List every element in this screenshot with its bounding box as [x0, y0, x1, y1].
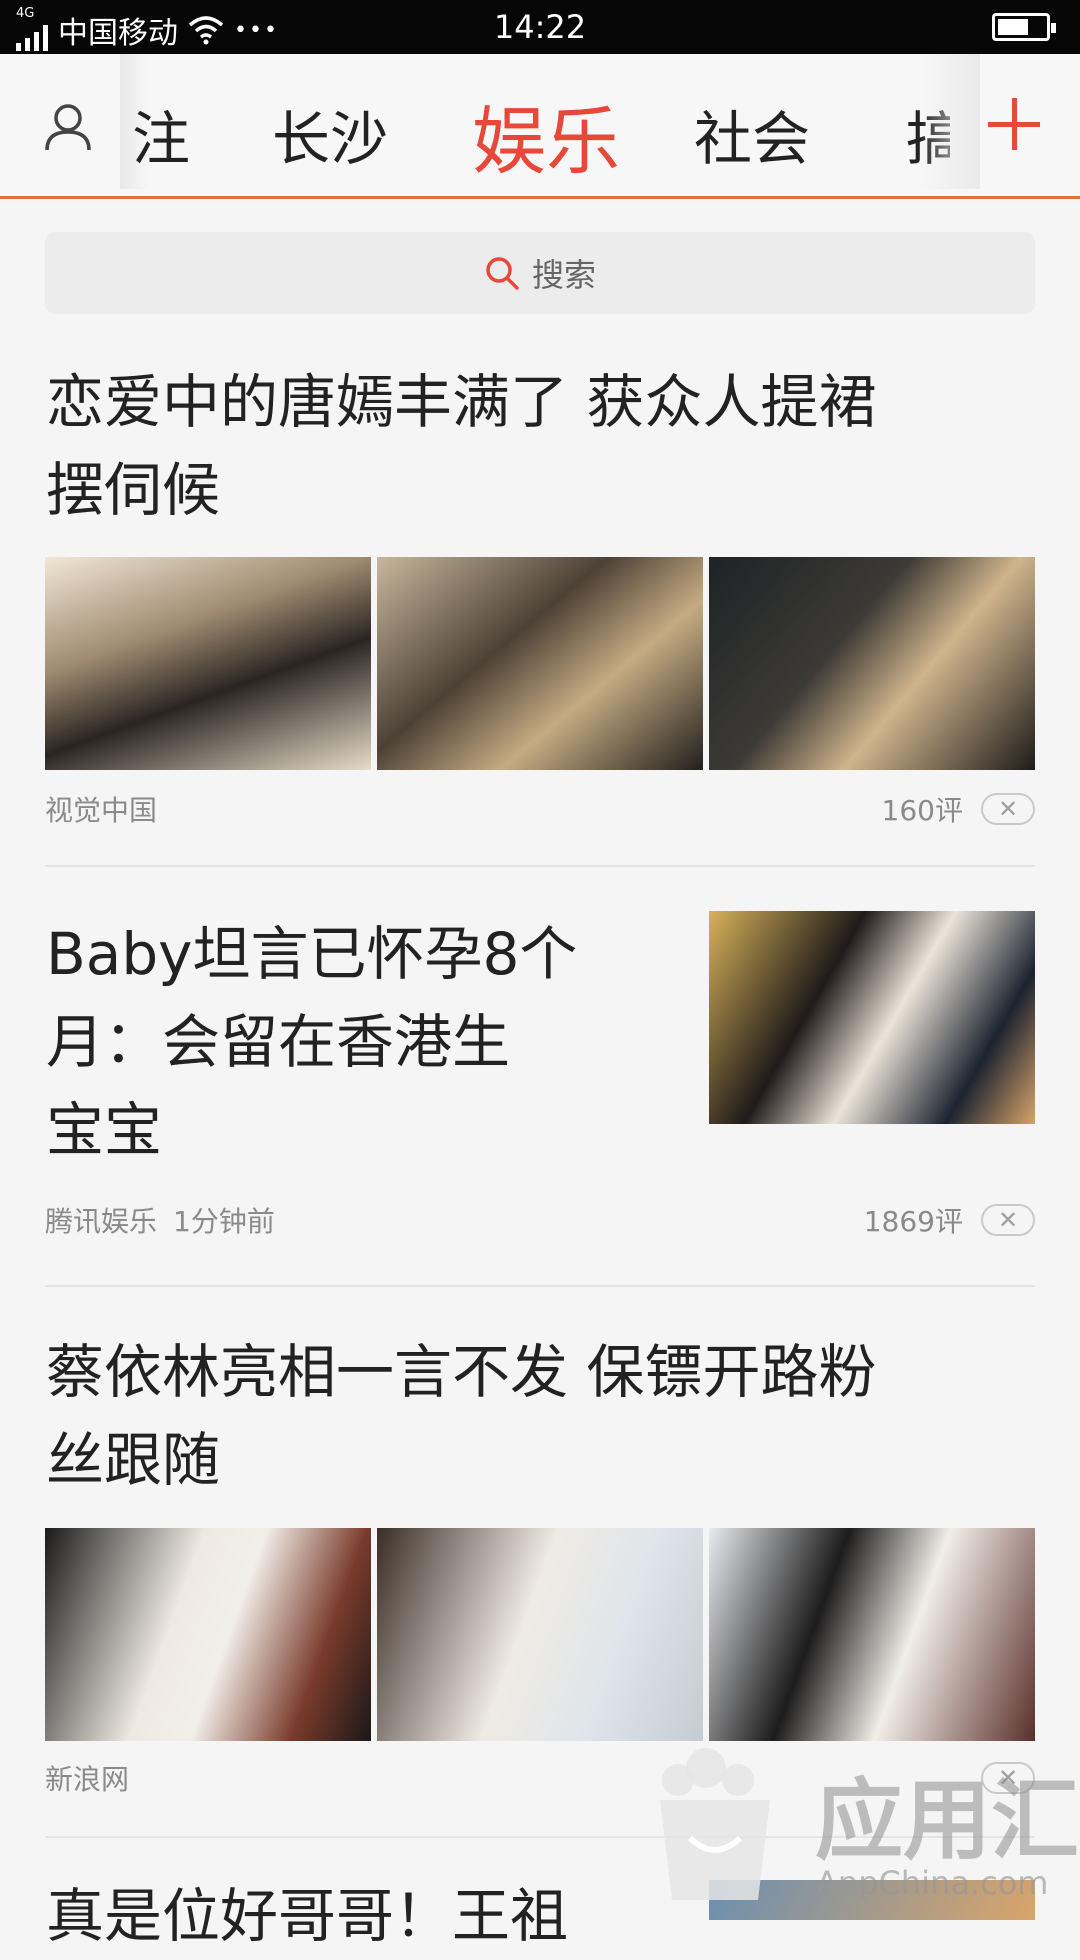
comment-count: 1869评 — [863, 1205, 963, 1238]
dismiss-button[interactable]: ✕ — [981, 793, 1035, 825]
news-photo — [709, 1528, 1035, 1741]
news-source: 腾讯娱乐 — [45, 1205, 158, 1238]
dismiss-button[interactable]: ✕ — [981, 1204, 1035, 1236]
news-photo — [377, 1528, 703, 1741]
tab-follow[interactable]: 注 — [132, 92, 190, 176]
search-placeholder: 搜索 — [531, 256, 596, 294]
tab-fade-right — [920, 54, 980, 189]
news-title: Baby坦言已怀孕8个 月：会留在香港生 宝宝 — [46, 920, 578, 1164]
divider — [45, 1285, 1035, 1287]
news-photo — [45, 1528, 371, 1741]
user-icon[interactable] — [44, 102, 92, 152]
status-bar: 4G 中国移动 ••• 14:22 — [0, 0, 1080, 54]
search-bar[interactable]: 搜索 — [45, 232, 1035, 314]
news-source: 视觉中国 — [45, 794, 158, 827]
search-icon — [486, 257, 519, 290]
mascot-logo — [660, 1748, 770, 1900]
news-photo — [709, 911, 1035, 1124]
watermark: 应用汇 AppChina.com — [640, 1740, 1080, 1920]
news-photo — [377, 557, 703, 770]
clock: 14:22 — [493, 8, 587, 46]
news-thumbnails — [45, 1528, 1035, 1741]
watermark-en: AppChina.com — [816, 1864, 1049, 1902]
news-meta: 腾讯娱乐 1分钟前 1869评 ✕ — [45, 1200, 1035, 1240]
news-title: 蔡依林亮相一言不发 保镖开路粉 丝跟随 — [46, 1338, 877, 1494]
news-photo — [709, 557, 1035, 770]
close-icon: ✕ — [997, 795, 1019, 823]
tab-society[interactable]: 社会 — [694, 92, 810, 176]
news-thumbnails — [45, 557, 1035, 770]
category-tab-bar: 注 长沙 娱乐 社会 搞 — [0, 54, 1080, 199]
close-icon: ✕ — [997, 1206, 1019, 1234]
news-photo — [45, 557, 371, 770]
news-meta: 视觉中国 160评 ✕ — [45, 789, 1035, 829]
news-title: 真是位好哥哥！王祖 — [46, 1882, 569, 1950]
tab-changsha[interactable]: 长沙 — [272, 92, 388, 176]
add-category-icon[interactable] — [988, 98, 1040, 150]
divider — [45, 865, 1035, 867]
news-time: 1分钟前 — [173, 1205, 275, 1238]
battery-icon — [992, 13, 1056, 41]
comment-count: 160评 — [881, 794, 963, 827]
watermark-cn: 应用汇 — [815, 1769, 1080, 1872]
tab-entertainment[interactable]: 娱乐 — [472, 82, 620, 189]
news-title: 恋爱中的唐嫣丰满了 获众人提裙 摆伺候 — [46, 368, 877, 524]
